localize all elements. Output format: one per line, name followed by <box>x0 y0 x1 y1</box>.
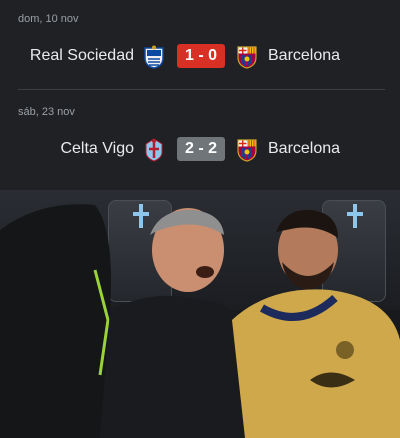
barcelona-crest-icon <box>237 46 257 69</box>
match-date: dom, 10 nov <box>18 13 79 25</box>
people-illustration <box>0 204 400 438</box>
match-row[interactable]: Celta Vigo 2 - 2 Barcelona <box>0 136 400 164</box>
away-team-name: Barcelona <box>268 47 341 64</box>
score-badge: 2 - 2 <box>177 137 225 161</box>
home-team-name: Celta Vigo <box>60 140 134 157</box>
celta-vigo-crest-icon <box>145 138 163 162</box>
home-team-name: Real Sociedad <box>29 47 134 64</box>
match-date: sáb, 23 nov <box>18 106 75 118</box>
match-row[interactable]: Real Sociedad 1 - 0 Barcelona <box>0 43 400 71</box>
real-sociedad-crest-icon <box>144 45 164 69</box>
bench-photo <box>0 190 400 438</box>
divider <box>18 89 385 90</box>
away-team-name: Barcelona <box>268 140 341 157</box>
match-results-panel: dom, 10 nov Real Sociedad 1 - 0 Barcelon… <box>0 0 400 190</box>
score-badge: 1 - 0 <box>177 44 225 68</box>
barcelona-crest-icon <box>237 139 257 162</box>
